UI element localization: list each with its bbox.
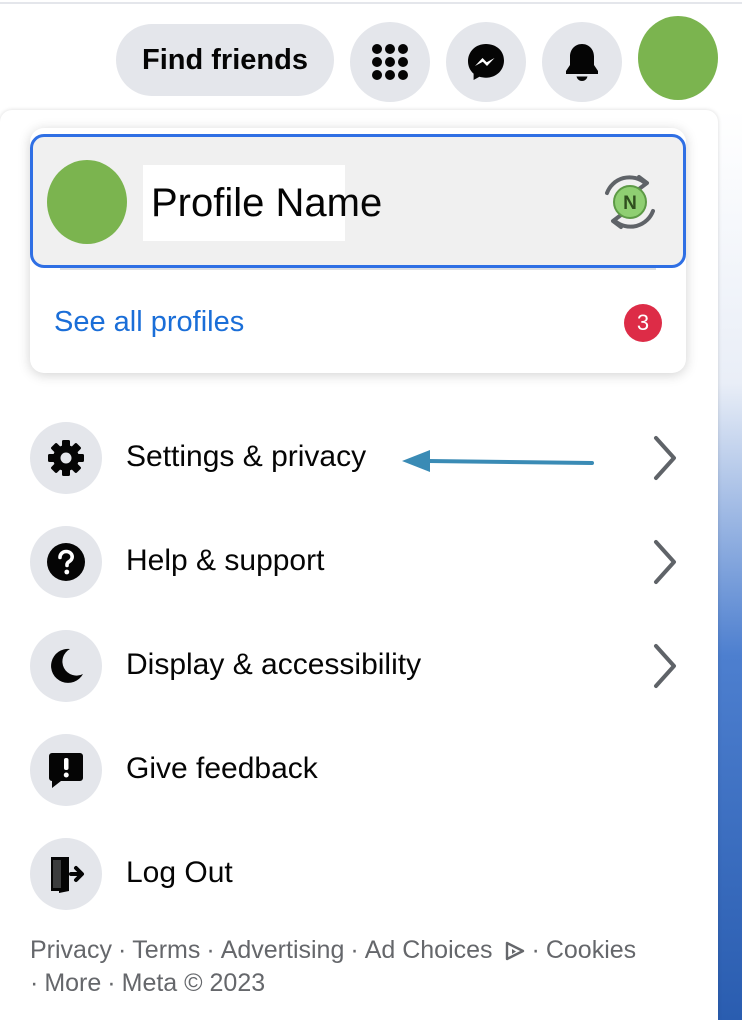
menu-item-label: Settings & privacy xyxy=(126,440,367,473)
footer-link-ad-choices[interactable]: Ad Choices xyxy=(365,936,493,964)
switch-badge-letter: N xyxy=(623,193,637,214)
gear-icon xyxy=(30,422,102,494)
footer-link-privacy[interactable]: Privacy xyxy=(30,936,112,964)
copyright-text: Meta © 2023 xyxy=(121,969,266,997)
switch-profile-icon[interactable]: N xyxy=(599,171,661,233)
menu-grid-icon xyxy=(372,44,408,80)
profile-divider xyxy=(60,268,656,270)
menu-item-label: Give feedback xyxy=(126,752,318,785)
footer-link-terms[interactable]: Terms xyxy=(132,936,200,964)
chevron-right-icon xyxy=(654,436,676,480)
bell-icon xyxy=(566,44,598,81)
top-divider xyxy=(0,2,742,4)
footer-link-more[interactable]: More xyxy=(44,969,101,997)
menu-item-label: Display & accessibility xyxy=(126,648,422,681)
footer-link-advertising[interactable]: Advertising xyxy=(221,936,345,964)
feedback-icon xyxy=(30,734,102,806)
footer-link-cookies[interactable]: Cookies xyxy=(546,936,636,964)
menu-item-give-feedback[interactable]: Give feedback xyxy=(26,734,696,814)
menu-item-help-support[interactable]: Help & support xyxy=(26,526,696,606)
menu-item-label: Help & support xyxy=(126,544,325,577)
messenger-button[interactable] xyxy=(446,22,526,102)
account-avatar[interactable] xyxy=(638,16,718,100)
menu-grid-button[interactable] xyxy=(350,22,430,102)
question-icon xyxy=(30,526,102,598)
logout-icon xyxy=(30,838,102,910)
profiles-count-badge: 3 xyxy=(624,304,662,342)
footer-links: Privacy · Terms · Advertising · Ad Choices · Co… xyxy=(30,936,637,997)
annotation-arrow-icon xyxy=(402,450,594,472)
messenger-icon xyxy=(468,44,504,80)
ad-choices-icon xyxy=(505,941,524,961)
menu-item-log-out[interactable]: Log Out xyxy=(26,838,696,918)
profile-avatar xyxy=(47,160,127,244)
chevron-right-icon xyxy=(654,540,676,584)
profile-name: Profile Name xyxy=(143,165,382,241)
notifications-button[interactable] xyxy=(542,22,622,102)
see-all-profiles-link[interactable]: See all profiles xyxy=(54,306,244,339)
find-friends-button[interactable]: Find friends xyxy=(116,24,334,96)
chevron-right-icon xyxy=(654,644,676,688)
moon-icon xyxy=(30,630,102,702)
menu-item-display-accessibility[interactable]: Display & accessibility xyxy=(26,630,696,710)
current-profile-row[interactable]: Profile Name N xyxy=(30,134,686,268)
menu-item-label: Log Out xyxy=(126,856,233,889)
